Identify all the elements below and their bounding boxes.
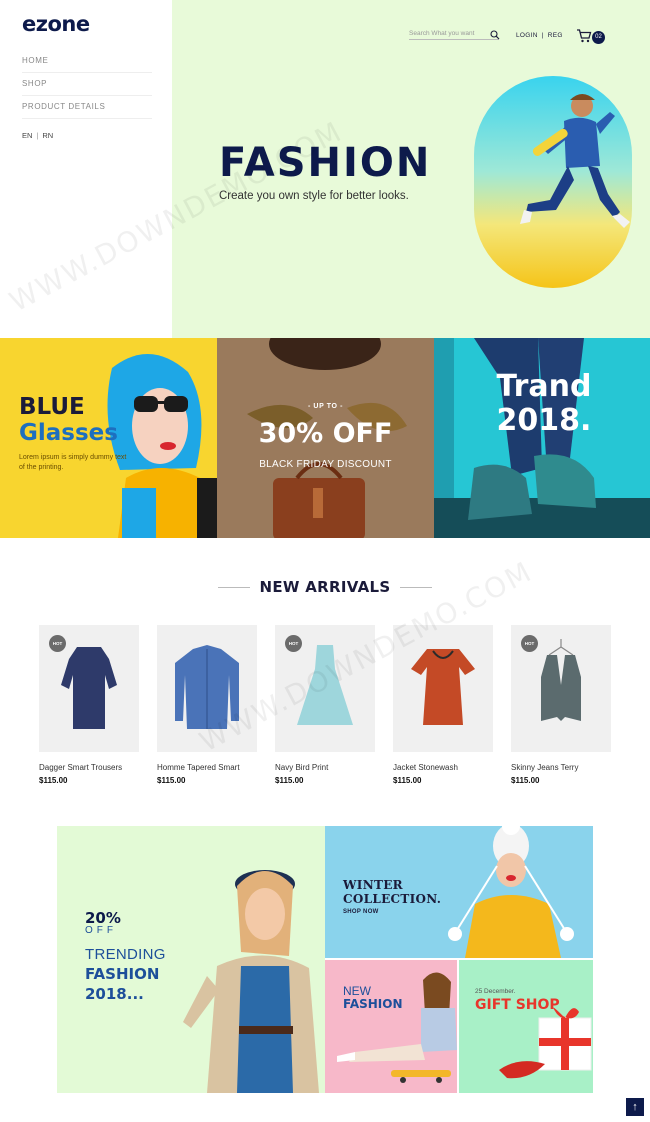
product-price: $115.00 [39,776,68,785]
sidebar: ezone HOME SHOP PRODUCT DETAILS EN | RN [0,0,172,338]
hero-model-image [474,76,632,288]
cart-icon[interactable] [576,29,592,43]
search-input[interactable]: Search What you want [409,30,499,40]
account-separator: | [541,32,544,39]
promo-trending-line3: 2018... [85,985,144,1003]
product-name[interactable]: Homme Tapered Smart [157,763,257,772]
cart-count-badge: 02 [592,31,605,44]
product-image[interactable] [157,625,257,752]
banner-trend-title: Trand 2018. [496,369,592,438]
gift-shop-date: 25 December. [475,988,516,995]
scroll-to-top-button[interactable]: ↑ [626,1098,644,1116]
hero-title: FASHION [219,140,432,186]
hot-badge: HOT [285,635,302,652]
banner-blue-title-line1: BLUE [19,394,85,420]
product-price: $115.00 [275,776,304,785]
product-image[interactable]: HOT [511,625,611,752]
hot-badge: HOT [49,635,66,652]
product-card[interactable]: Homme Tapered Smart $115.00 [157,625,257,785]
product-card[interactable]: Jacket Stonewash $115.00 [393,625,493,785]
lang-separator: | [36,131,39,140]
promo-off-label: OFF [85,925,117,936]
product-garment-image [175,645,239,729]
banner-friday-subtitle: BLACK FRIDAY DISCOUNT [259,459,392,470]
jumping-man-illustration [520,94,630,228]
product-price: $115.00 [393,776,422,785]
promo-trending-fashion[interactable]: 20% OFF TRENDING FASHION 2018... [57,826,325,1093]
product-image[interactable]: HOT [275,625,375,752]
banner-blue-title-line2: Glasses [19,420,118,446]
banner-blue-glasses[interactable]: BLUE Glasses Lorem ipsum is simply dummy… [0,338,217,538]
product-price: $115.00 [511,776,540,785]
product-image[interactable]: HOT [39,625,139,752]
nav-item-home[interactable]: HOME [22,50,152,73]
banner-black-friday[interactable]: - UP TO - 30% OFF BLACK FRIDAY DISCOUNT [217,338,434,538]
banner-blue-text: Lorem ipsum is simply dummy text of the … [19,454,127,471]
section-divider-right [400,587,432,588]
winter-collection-title: WINTER COLLECTION. [343,878,441,906]
banner-friday-upto: - UP TO - [307,403,344,410]
promo-gift-shop[interactable]: 25 December. GIFT SHOP [459,960,593,1093]
lang-en[interactable]: EN [22,131,32,140]
gift-box-illustration [499,1007,592,1079]
promo-trending-line2: FASHION [85,965,160,983]
skateboard-woman-illustration [337,972,457,1083]
hero-section: Search What you want LOGIN | REG 02 FASHIO… [172,0,650,338]
product-name[interactable]: Jacket Stonewash [393,763,493,772]
lang-rn[interactable]: RN [42,131,53,140]
login-link[interactable]: LOGIN [516,32,538,39]
hero-subtitle: Create you own style for better looks. [219,190,409,202]
new-arrivals-title: NEW ARRIVALS [259,578,391,596]
hot-badge: HOT [521,635,538,652]
language-switcher: EN | RN [22,131,53,140]
nav-item-shop[interactable]: SHOP [22,73,152,96]
legs-boots-illustration [434,338,650,538]
winter-title-line2: COLLECTION. [343,892,442,906]
nav-item-product-details[interactable]: PRODUCT DETAILS [22,96,152,119]
product-card[interactable]: HOT Navy Bird Print $115.00 [275,625,375,785]
product-card[interactable]: HOT Dagger Smart Trousers $115.00 [39,625,139,785]
winter-shop-now-link[interactable]: SHOP NOW [343,909,379,915]
product-name[interactable]: Navy Bird Print [275,763,375,772]
banner-trend-2018[interactable]: Trand 2018. [434,338,650,538]
product-garment-image [411,649,475,725]
register-link[interactable]: REG [548,32,563,39]
promo-new-fashion[interactable]: NEW FASHION [325,960,457,1093]
account-links: LOGIN | REG [516,32,563,39]
product-name[interactable]: Skinny Jeans Terry [511,763,611,772]
product-price: $115.00 [157,776,186,785]
gift-shop-title: GIFT SHOP [475,997,560,1013]
product-card[interactable]: HOT Skinny Jeans Terry $115.00 [511,625,611,785]
winter-title-line1: WINTER [343,878,403,892]
main-nav: HOME SHOP PRODUCT DETAILS [22,50,152,119]
new-fashion-line1: NEW [343,984,371,998]
new-fashion-line2: FASHION [343,997,403,1011]
promo-trending-line1: TRENDING [85,946,166,963]
banner-friday-discount: 30% OFF [258,418,393,449]
product-image[interactable] [393,625,493,752]
promo-winter-collection[interactable]: WINTER COLLECTION. SHOP NOW [325,826,593,958]
search-icon[interactable] [490,30,500,40]
product-name[interactable]: Dagger Smart Trousers [39,763,139,772]
logo[interactable]: ezone [22,12,90,36]
